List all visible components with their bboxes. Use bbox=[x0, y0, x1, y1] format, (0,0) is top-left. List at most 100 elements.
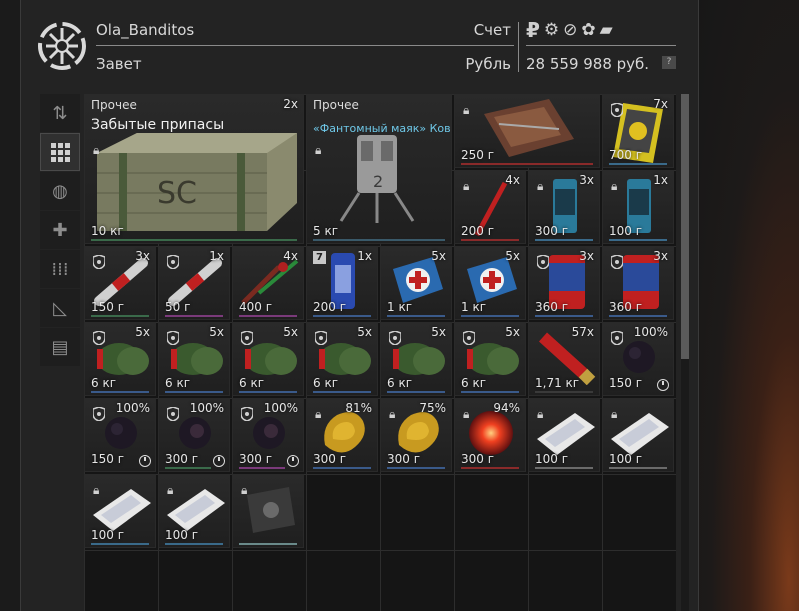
item-dark1[interactable]: 100% 150 г bbox=[602, 322, 674, 396]
item-weight: 6 кг bbox=[313, 376, 339, 390]
item-weight: 6 кг bbox=[91, 376, 117, 390]
item-drink[interactable]: 7 1x 200 г bbox=[306, 246, 378, 320]
item-weight: 100 г bbox=[609, 452, 643, 466]
item-weight: 1 кг bbox=[461, 300, 487, 314]
item-can2[interactable]: 🔒︎ 1x 100 г bbox=[602, 170, 674, 244]
help-button[interactable]: ? bbox=[662, 56, 676, 69]
account-label: Счет bbox=[473, 21, 511, 39]
sort-icon[interactable]: ⇅ bbox=[40, 94, 80, 132]
item-count: 5x bbox=[431, 249, 446, 263]
lock-icon: 🔒︎ bbox=[315, 407, 322, 421]
item-name: Забытые припасы bbox=[91, 117, 225, 133]
divider bbox=[96, 45, 514, 46]
lock-icon: 🔒︎ bbox=[463, 179, 470, 193]
flower-icon[interactable]: ✿ bbox=[581, 19, 595, 41]
faction-logo-icon bbox=[38, 22, 86, 70]
item-weight: 360 г bbox=[535, 300, 569, 314]
shield-icon bbox=[93, 331, 105, 345]
item-pouch4[interactable]: 5x 6 кг bbox=[306, 322, 378, 396]
ticket-icon[interactable]: ▰ bbox=[600, 19, 613, 41]
svg-text:2: 2 bbox=[373, 172, 383, 191]
item-jar2[interactable]: 3x 360 г bbox=[602, 246, 674, 320]
item-weight: 1 кг bbox=[387, 300, 413, 314]
rarity-line bbox=[609, 315, 667, 317]
item-packet4[interactable]: 🔒︎ 100 г bbox=[158, 474, 230, 548]
grid-icon[interactable] bbox=[40, 133, 80, 171]
item-pouch3[interactable]: 5x 6 кг bbox=[232, 322, 304, 396]
item-beacon[interactable]: 2 Прочее «Фантомный маяк» Ков... 🔒︎ 5 кг bbox=[306, 94, 452, 244]
item-weight: 150 г bbox=[609, 376, 643, 390]
item-pouch2[interactable]: 5x 6 кг bbox=[158, 322, 230, 396]
item-can1[interactable]: 🔒︎ 3x 300 г bbox=[528, 170, 600, 244]
item-packet3[interactable]: 🔒︎ 100 г bbox=[84, 474, 156, 548]
shield-icon bbox=[167, 255, 179, 269]
rarity-line bbox=[165, 391, 223, 393]
artifact-icon bbox=[179, 417, 211, 449]
rarity-line bbox=[239, 391, 297, 393]
rarity-line bbox=[461, 163, 593, 165]
item-tool[interactable]: 4x 400 г bbox=[232, 246, 304, 320]
clock-icon bbox=[287, 455, 299, 467]
crate-icon[interactable]: ▤ bbox=[40, 328, 80, 366]
item-med1[interactable]: 5x 1 кг bbox=[380, 246, 452, 320]
artifact-icon bbox=[253, 417, 285, 449]
item-count: 3x bbox=[135, 249, 150, 263]
coin-icon[interactable]: ⊘ bbox=[563, 19, 577, 41]
item-stick[interactable]: 🔒︎ 4x 200 г bbox=[454, 170, 526, 244]
item-packet1[interactable]: 🔒︎ 100 г bbox=[528, 398, 600, 472]
ruble-icon[interactable]: ₽ bbox=[526, 19, 540, 41]
shield-icon bbox=[315, 331, 327, 345]
lock-icon: 🔒︎ bbox=[463, 407, 470, 421]
scrollbar-thumb[interactable] bbox=[681, 94, 689, 359]
item-shells[interactable]: 57x 1,71 кг bbox=[528, 322, 600, 396]
item-pouch6[interactable]: 5x 6 кг bbox=[454, 322, 526, 396]
item-weight: 6 кг bbox=[165, 376, 191, 390]
item-dark2[interactable]: 100% 150 г bbox=[84, 398, 156, 472]
gear-currency-icon[interactable]: ⚙ bbox=[544, 19, 559, 41]
rarity-line bbox=[91, 391, 149, 393]
item-gold2[interactable]: 🔒︎ 75% 300 г bbox=[380, 398, 452, 472]
currency-label: Рубль bbox=[465, 55, 511, 73]
item-gold1[interactable]: 🔒︎ 81% 300 г bbox=[306, 398, 378, 472]
clock-icon bbox=[657, 379, 669, 391]
item-jar1[interactable]: 3x 360 г bbox=[528, 246, 600, 320]
item-bag[interactable]: 🔒︎ 250 г bbox=[454, 94, 600, 168]
lock-icon: 🔒︎ bbox=[315, 143, 322, 157]
item-packet2[interactable]: 🔒︎ 100 г bbox=[602, 398, 674, 472]
item-pouch1[interactable]: 5x 6 кг bbox=[84, 322, 156, 396]
lock-icon: 🔒︎ bbox=[611, 179, 618, 193]
item-card2[interactable]: 🔒︎ bbox=[232, 474, 304, 548]
shield-icon bbox=[611, 331, 623, 345]
item-count: 3x bbox=[579, 249, 594, 263]
item-count: 3x bbox=[653, 249, 668, 263]
rarity-line bbox=[239, 467, 285, 469]
item-weight: 250 г bbox=[461, 148, 495, 162]
divider bbox=[518, 22, 519, 72]
item-grenade2[interactable]: 1x 50 г bbox=[158, 246, 230, 320]
item-weight: 100 г bbox=[91, 528, 125, 542]
item-med2[interactable]: 5x 1 кг bbox=[454, 246, 526, 320]
item-pouch5[interactable]: 5x 6 кг bbox=[380, 322, 452, 396]
globe-icon[interactable]: ◍ bbox=[40, 172, 80, 210]
item-dark3[interactable]: 100% 300 г bbox=[158, 398, 230, 472]
tools-icon[interactable]: ◺ bbox=[40, 289, 80, 327]
shield-icon bbox=[167, 407, 179, 421]
rarity-line bbox=[387, 391, 445, 393]
ammo-icon[interactable]: ⁞⁞⁞ bbox=[40, 250, 80, 288]
medkit-icon[interactable]: ✚ bbox=[40, 211, 80, 249]
item-weight: 100 г bbox=[165, 528, 199, 542]
item-card[interactable]: 7x 700 г bbox=[602, 94, 674, 168]
rarity-line bbox=[461, 391, 519, 393]
item-fire[interactable]: 🔒︎ 94% 300 г bbox=[454, 398, 526, 472]
item-crate[interactable]: SC Прочее Забытые припасы 🔒︎ 2x 10 кг bbox=[84, 94, 304, 244]
item-grenade1[interactable]: 3x 150 г bbox=[84, 246, 156, 320]
rarity-line bbox=[91, 239, 297, 241]
beacon-icon: 2 bbox=[339, 135, 415, 223]
item-count: 81% bbox=[345, 401, 372, 415]
rarity-line bbox=[313, 467, 371, 469]
shield-icon bbox=[463, 331, 475, 345]
item-dark4[interactable]: 100% 300 г bbox=[232, 398, 304, 472]
item-count: 100% bbox=[633, 325, 668, 339]
shield-icon bbox=[611, 103, 623, 117]
shield-icon bbox=[93, 255, 105, 269]
